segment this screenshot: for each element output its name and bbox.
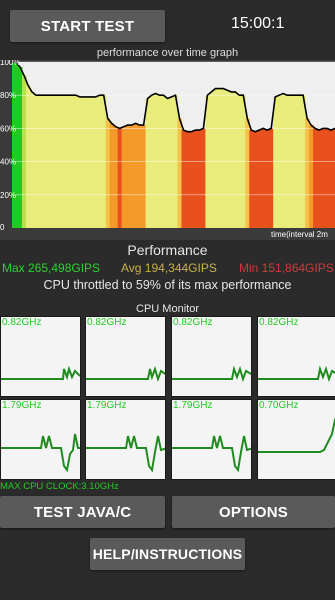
perf-bar [85, 96, 91, 228]
perf-bar [261, 128, 266, 228]
cpu-core-5-graph: 1.79GHz [85, 399, 166, 480]
y-tick-label: 100% [0, 60, 20, 67]
perf-bar [321, 128, 326, 228]
y-tick-label: 80% [0, 91, 16, 100]
cpu-frequency-line [86, 435, 165, 473]
cpu-core-2-freq: 0.82GHz [173, 317, 213, 328]
perf-bar [201, 128, 207, 228]
perf-bar [169, 96, 175, 228]
perf-bar [209, 91, 214, 228]
help-instructions-button[interactable]: HELP/INSTRUCTIONS [90, 538, 245, 570]
cpu-frequency-line [1, 365, 80, 381]
perf-bar [305, 118, 310, 228]
y-tick-label: 20% [0, 191, 16, 200]
perf-bar [317, 130, 322, 228]
perf-bar [245, 118, 250, 228]
cpu-frequency-line [172, 435, 251, 473]
perf-bar [121, 126, 127, 228]
perf-bar [93, 96, 99, 228]
cpu-core-4-graph: 1.79GHz [0, 399, 81, 480]
perf-bar [249, 130, 254, 228]
perf-bar [141, 125, 147, 228]
throttle-message: CPU throttled to 59% of its max performa… [43, 278, 292, 292]
perf-bar [77, 96, 83, 228]
perf-bar [117, 128, 123, 228]
perf-bar [145, 98, 151, 228]
perf-bar [233, 91, 238, 228]
perf-bar [265, 130, 270, 228]
cpu-core-4-freq: 1.79GHz [2, 400, 42, 411]
cpu-core-3-graph: 0.82GHz [257, 316, 335, 397]
cpu-core-6-freq: 1.79GHz [173, 400, 213, 411]
y-tick-label: 0 [0, 223, 5, 232]
performance-graph: 100% 80% 60% 40% 20% 0 time(interval 2m [0, 60, 335, 240]
perf-bar [125, 125, 131, 228]
cpu-monitor-title: CPU Monitor [136, 303, 199, 315]
perf-bar [281, 93, 286, 228]
perf-bar [137, 125, 143, 228]
performance-title: Performance [127, 242, 208, 258]
perf-bar [29, 91, 35, 228]
perf-bar [105, 118, 111, 228]
perf-bar [153, 93, 159, 228]
cpu-frequency-line [1, 433, 80, 473]
perf-bar [325, 128, 330, 228]
perf-bar [181, 130, 187, 228]
y-tick-label: 60% [0, 124, 16, 133]
perf-bar [133, 123, 139, 228]
perf-bar [177, 118, 183, 228]
perf-bar [313, 128, 318, 228]
cpu-frequency-line [258, 417, 335, 453]
perf-bar [217, 88, 222, 228]
perf-bar [185, 131, 191, 228]
perf-bar [213, 88, 218, 228]
timer-display: 15:00:1 [231, 15, 285, 32]
perf-bar [13, 62, 19, 228]
cpu-frequency-line [258, 365, 335, 383]
perf-bar [165, 98, 171, 228]
cpu-core-0-graph: 0.82GHz [0, 316, 81, 397]
cpu-core-6-graph: 1.79GHz [171, 399, 252, 480]
perf-bar [257, 130, 262, 228]
perf-bar [273, 96, 278, 228]
cpu-core-7-freq: 0.70GHz [259, 400, 299, 411]
perf-bar [253, 131, 258, 228]
perf-bar [329, 130, 334, 228]
avg-performance: Avg 194,344GIPS [121, 261, 217, 275]
test-java-button[interactable]: TEST JAVA/C [0, 496, 165, 528]
max-cpu-clock: MAX CPU CLOCK:3.10GHz [0, 481, 119, 492]
perf-bar [81, 96, 87, 228]
perf-bar [225, 90, 230, 228]
y-tick-label: 40% [0, 158, 16, 167]
perf-bar [221, 88, 226, 228]
cpu-core-1-freq: 0.82GHz [87, 317, 127, 328]
perf-bar [193, 130, 199, 228]
cpu-core-7-graph: 0.70GHz [257, 399, 335, 480]
cpu-frequency-line [172, 365, 251, 383]
perf-bar [269, 128, 274, 228]
perf-bar [21, 75, 27, 228]
perf-bar [229, 91, 234, 228]
options-button[interactable]: OPTIONS [172, 496, 335, 528]
perf-bar [109, 123, 115, 228]
cpu-frequency-line [86, 365, 165, 383]
max-performance: Max 265,498GIPS [2, 261, 101, 275]
perf-bar [197, 130, 203, 228]
cpu-core-1-graph: 0.82GHz [85, 316, 166, 397]
cpu-core-5-freq: 1.79GHz [87, 400, 127, 411]
cpu-core-2-graph: 0.82GHz [171, 316, 252, 397]
perf-bar [113, 126, 119, 228]
min-performance: Min 151,864GIPS [239, 261, 334, 275]
cpu-core-3-freq: 0.82GHz [259, 317, 299, 328]
x-axis-label: time(interval 2m [271, 230, 328, 239]
perf-bar [189, 131, 195, 228]
perf-bar [25, 85, 31, 229]
perf-bar [17, 66, 23, 228]
graph-title: performance over time graph [96, 47, 239, 59]
perf-bar [309, 125, 314, 228]
perf-bar [89, 96, 95, 228]
cpu-core-0-freq: 0.82GHz [2, 317, 42, 328]
perf-bar [129, 125, 135, 228]
start-test-button[interactable]: START TEST [10, 10, 165, 42]
